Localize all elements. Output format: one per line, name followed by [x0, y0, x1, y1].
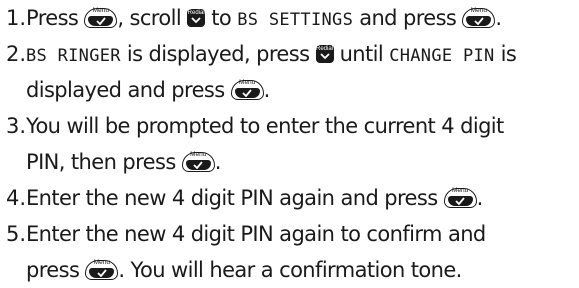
step-text: until: [339, 42, 384, 66]
step-text: press: [26, 258, 80, 282]
step-line: Press Menu , scroll Redial to BS SETTINGS…: [26, 0, 579, 36]
step-line: You will be prompted to enter the curren…: [26, 108, 579, 144]
menu-check-icon: Menu: [443, 187, 477, 208]
step-text: Press: [26, 6, 79, 30]
step-text: PIN, then press: [26, 150, 176, 174]
redial-chevron-icon: Redial: [187, 9, 206, 27]
menu-check-icon: Menu: [84, 7, 118, 28]
step-text: to: [211, 6, 232, 30]
menu-check-icon: Menu: [462, 7, 496, 28]
step-2: 2. BS RINGER is displayed, press Redial …: [6, 36, 579, 108]
redial-button-label: Redial: [316, 46, 334, 52]
step-text: , scroll: [117, 6, 182, 30]
step-4: 4. Enter the new 4 digit PIN again and p…: [6, 180, 579, 216]
step-text: and press: [359, 6, 457, 30]
step-number: 2.: [6, 42, 27, 66]
redial-chevron-icon: Redial: [315, 45, 334, 63]
check-icon: [88, 16, 114, 26]
step-line: PIN, then press Menu.: [26, 144, 579, 180]
step-line: BS RINGER is displayed, press Redial unt…: [26, 36, 579, 72]
menu-button-label: Menu: [190, 151, 207, 158]
display-text: BS SETTINGS: [237, 10, 354, 30]
instruction-list: 1. Press Menu , scroll Redial to BS SETTI…: [6, 0, 579, 288]
step-text: is displayed, press: [126, 42, 310, 66]
check-icon: [447, 196, 473, 206]
step-text: Enter the new 4 digit PIN again and pres…: [26, 186, 438, 210]
menu-button-label: Menu: [93, 259, 111, 266]
menu-button-label: Menu: [239, 79, 256, 86]
step-number: 5.: [6, 222, 27, 246]
check-icon: [185, 160, 211, 170]
step-line: Enter the new 4 digit PIN again to confi…: [26, 216, 579, 252]
step-text: .: [476, 186, 484, 210]
step-line: Enter the new 4 digit PIN again and pres…: [26, 180, 579, 216]
step-number: 1.: [6, 6, 27, 30]
step-text: displayed and press: [26, 78, 225, 102]
step-number: 4.: [6, 186, 27, 210]
step-text: .: [214, 150, 222, 174]
menu-button-label: Menu: [452, 187, 469, 194]
check-icon: [89, 268, 115, 278]
display-text: CHANGE PIN: [389, 46, 495, 66]
step-line: displayed and press Menu.: [26, 72, 579, 108]
menu-button-label: Menu: [92, 7, 109, 14]
menu-check-icon: Menu: [181, 151, 215, 172]
step-text: Enter the new 4 digit PIN again to confi…: [26, 222, 486, 246]
check-icon: [466, 16, 492, 26]
step-text: . You will hear a confirmation tone.: [118, 258, 462, 282]
check-icon: [234, 88, 260, 98]
step-line: press Menu . You will hear a confirmation…: [26, 252, 579, 288]
step-5: 5. Enter the new 4 digit PIN again to co…: [6, 216, 579, 288]
step-1: 1. Press Menu , scroll Redial to BS SETTI…: [6, 0, 579, 36]
step-text: You will be prompted to enter the curren…: [26, 114, 504, 138]
step-text: .: [495, 6, 502, 30]
display-text: BS RINGER: [26, 46, 121, 66]
step-number: 3.: [6, 114, 27, 138]
redial-button-label: Redial: [187, 10, 205, 16]
step-3: 3. You will be prompted to enter the cur…: [6, 108, 579, 180]
menu-check-icon: Menu: [85, 259, 119, 280]
step-text: .: [263, 78, 271, 102]
step-text: is: [500, 42, 517, 66]
menu-button-label: Menu: [470, 7, 487, 14]
menu-check-icon: Menu: [230, 79, 264, 100]
